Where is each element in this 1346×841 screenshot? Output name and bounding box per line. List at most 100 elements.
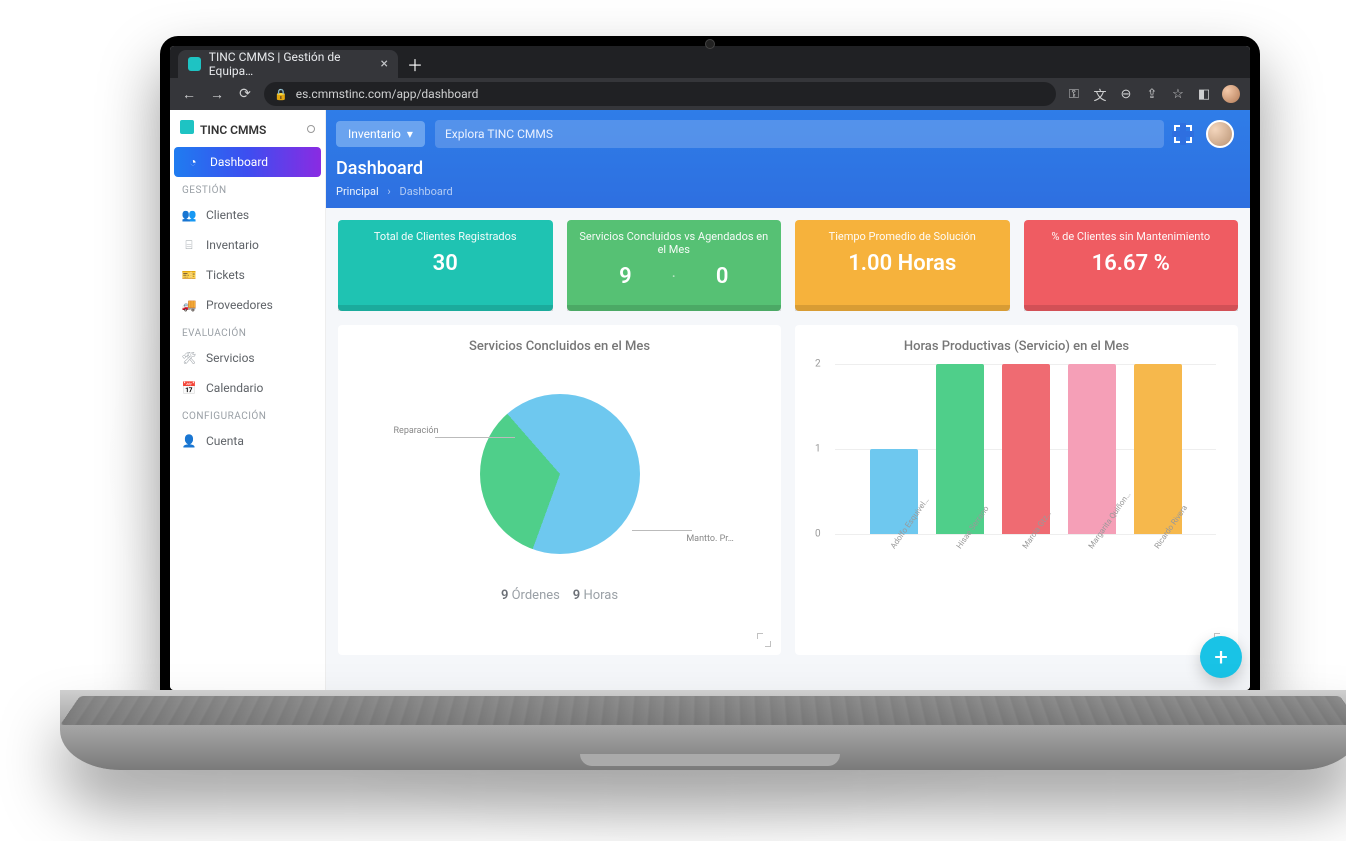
profile-avatar-icon[interactable] <box>1222 85 1240 103</box>
page-title: Dashboard <box>336 158 1234 179</box>
users-icon: 👥 <box>182 208 196 222</box>
collapse-icon[interactable] <box>307 125 315 133</box>
tab-title: TINC CMMS | Gestión de Equipa… <box>209 50 373 78</box>
sidebar-item-label: Tickets <box>206 268 245 282</box>
stat-label: Horas <box>583 588 618 603</box>
sidebar-item-inventario[interactable]: ⌸ Inventario <box>170 230 325 260</box>
user-icon: 👤 <box>182 434 196 448</box>
favicon <box>188 57 201 71</box>
kpi-tiempo[interactable]: Tiempo Promedio de Solución 1.00 Horas <box>795 220 1010 311</box>
url-text: es.cmmstinc.com/app/dashboard <box>296 87 479 101</box>
breadcrumb: Principal › Dashboard <box>336 185 1234 198</box>
kpi-servicios[interactable]: Servicios Concluidos vs Agendados en el … <box>567 220 782 311</box>
sidebar-item-label: Calendario <box>206 381 263 395</box>
truck-icon: 🚚 <box>182 298 196 312</box>
kpi-value-b: 0 <box>716 264 729 289</box>
sidebar-item-label: Inventario <box>206 238 259 252</box>
sidebar-section: GESTIÓN <box>170 177 325 200</box>
kpi-title: Total de Clientes Registrados <box>346 230 545 243</box>
pie-label-reparacion: Reparación <box>394 426 439 436</box>
close-icon[interactable]: × <box>381 56 388 72</box>
kpi-title: % de Clientes sin Mantenimiento <box>1032 230 1231 243</box>
browser-tab-strip: TINC CMMS | Gestión de Equipa… × ＋ <box>170 46 1250 78</box>
chevron-down-icon: ▾ <box>407 127 413 141</box>
expand-icon[interactable] <box>757 633 771 647</box>
kpi-value: 1.00 Horas <box>803 251 1002 276</box>
button-label: Inventario <box>348 127 401 141</box>
key-icon[interactable]: ⚿ <box>1066 87 1082 102</box>
user-avatar[interactable] <box>1206 120 1234 148</box>
sidebar-item-servicios[interactable]: 🛠 Servicios <box>170 343 325 373</box>
sidebar-item-label: Servicios <box>206 351 255 365</box>
back-icon[interactable]: ← <box>180 86 198 103</box>
bookmark-icon[interactable]: ☆ <box>1170 87 1186 102</box>
brand: TINC CMMS <box>170 110 325 147</box>
ticket-icon: 🎫 <box>182 268 196 282</box>
stat-label: Órdenes <box>512 588 560 603</box>
kpi-value: 16.67 % <box>1032 251 1231 276</box>
wrench-icon: 🛠 <box>182 351 196 365</box>
bar[interactable] <box>1068 364 1116 534</box>
pie-label-mantto: Mantto. Pr… <box>686 534 733 544</box>
sidebar-item-proveedores[interactable]: 🚚 Proveedores <box>170 290 325 320</box>
bar[interactable] <box>1134 364 1182 534</box>
crumb-current: Dashboard <box>399 185 452 198</box>
x-tick-label: Marcia Gtz… <box>1020 545 1027 550</box>
y-tick-label: 2 <box>815 359 821 370</box>
sidebar-item-clientes[interactable]: 👥Clientes <box>170 200 325 230</box>
kpi-row: Total de Clientes Registrados 30 Servici… <box>338 220 1238 311</box>
sidebar: TINC CMMS ◔ Dashboard GESTIÓN 👥Clientes … <box>170 110 326 690</box>
bar[interactable] <box>1002 364 1050 534</box>
forward-icon[interactable]: → <box>208 86 226 103</box>
sidebar-item-label: Cuenta <box>206 434 244 448</box>
sidebar-item-label: Dashboard <box>210 155 268 169</box>
browser-tab[interactable]: TINC CMMS | Gestión de Equipa… × <box>178 50 398 78</box>
panel-title: Servicios Concluidos en el Mes <box>352 339 767 354</box>
box-icon: ⌸ <box>182 238 196 252</box>
bar[interactable] <box>936 364 984 534</box>
extensions-icon[interactable]: ◧ <box>1196 87 1212 102</box>
panel-title: Horas Productivas (Servicio) en el Mes <box>809 339 1224 354</box>
kpi-value: 30 <box>346 251 545 276</box>
y-tick-label: 1 <box>815 444 821 455</box>
address-bar[interactable]: 🔒 es.cmmstinc.com/app/dashboard <box>264 82 1056 106</box>
fullscreen-icon[interactable] <box>1174 125 1192 143</box>
kpi-pct[interactable]: % de Clientes sin Mantenimiento 16.67 % <box>1024 220 1239 311</box>
content: Total de Clientes Registrados 30 Servici… <box>326 208 1250 667</box>
x-tick-label: Adolfo Esquivel… <box>888 545 895 550</box>
chevron-right-icon: › <box>387 185 390 198</box>
crumb-root[interactable]: Principal <box>336 185 379 198</box>
sidebar-section: EVALUACIÓN <box>170 320 325 343</box>
sidebar-item-cuenta[interactable]: 👤 Cuenta <box>170 426 325 456</box>
x-tick-label: Hisae Serrano <box>954 545 961 550</box>
browser-toolbar: ← → ⟳ 🔒 es.cmmstinc.com/app/dashboard ⚿ … <box>170 78 1250 110</box>
zoom-icon[interactable]: ⊖ <box>1118 87 1134 102</box>
x-tick-label: Ricardo Rivera <box>1152 545 1159 550</box>
translate-icon[interactable]: 文 <box>1092 85 1108 104</box>
lock-icon: 🔒 <box>274 88 288 101</box>
share-icon[interactable]: ⇪ <box>1144 87 1160 102</box>
main: Inventario ▾ Explora TINC CMMS Das <box>326 110 1250 690</box>
fab-add-button[interactable]: + <box>1200 636 1242 678</box>
new-tab-button[interactable]: ＋ <box>404 53 426 75</box>
kpi-clientes[interactable]: Total de Clientes Registrados 30 <box>338 220 553 311</box>
calendar-icon: 📅 <box>182 381 196 395</box>
panel-servicios-concluidos: Servicios Concluidos en el Mes Reparació… <box>338 325 781 655</box>
sidebar-item-dashboard[interactable]: ◔ Dashboard <box>174 147 321 177</box>
kpi-title: Servicios Concluidos vs Agendados en el … <box>575 230 774 256</box>
pie-chart: Reparación Mantto. Pr… <box>352 364 767 584</box>
search-placeholder: Explora TINC CMMS <box>445 127 553 141</box>
panel-footer: 9 Órdenes 9 Horas <box>352 588 767 603</box>
logo-icon <box>180 120 194 134</box>
sidebar-section: CONFIGURACIÓN <box>170 403 325 426</box>
kpi-title: Tiempo Promedio de Solución <box>803 230 1002 243</box>
search-input[interactable]: Explora TINC CMMS <box>435 120 1164 148</box>
separator: · <box>672 267 676 286</box>
sidebar-item-label: Proveedores <box>206 298 273 312</box>
y-tick-label: 0 <box>815 529 821 540</box>
inventory-dropdown[interactable]: Inventario ▾ <box>336 121 425 147</box>
sidebar-item-tickets[interactable]: 🎫 Tickets <box>170 260 325 290</box>
sidebar-item-calendario[interactable]: 📅 Calendario <box>170 373 325 403</box>
stat-value: 9 <box>501 588 508 603</box>
reload-icon[interactable]: ⟳ <box>236 86 254 102</box>
